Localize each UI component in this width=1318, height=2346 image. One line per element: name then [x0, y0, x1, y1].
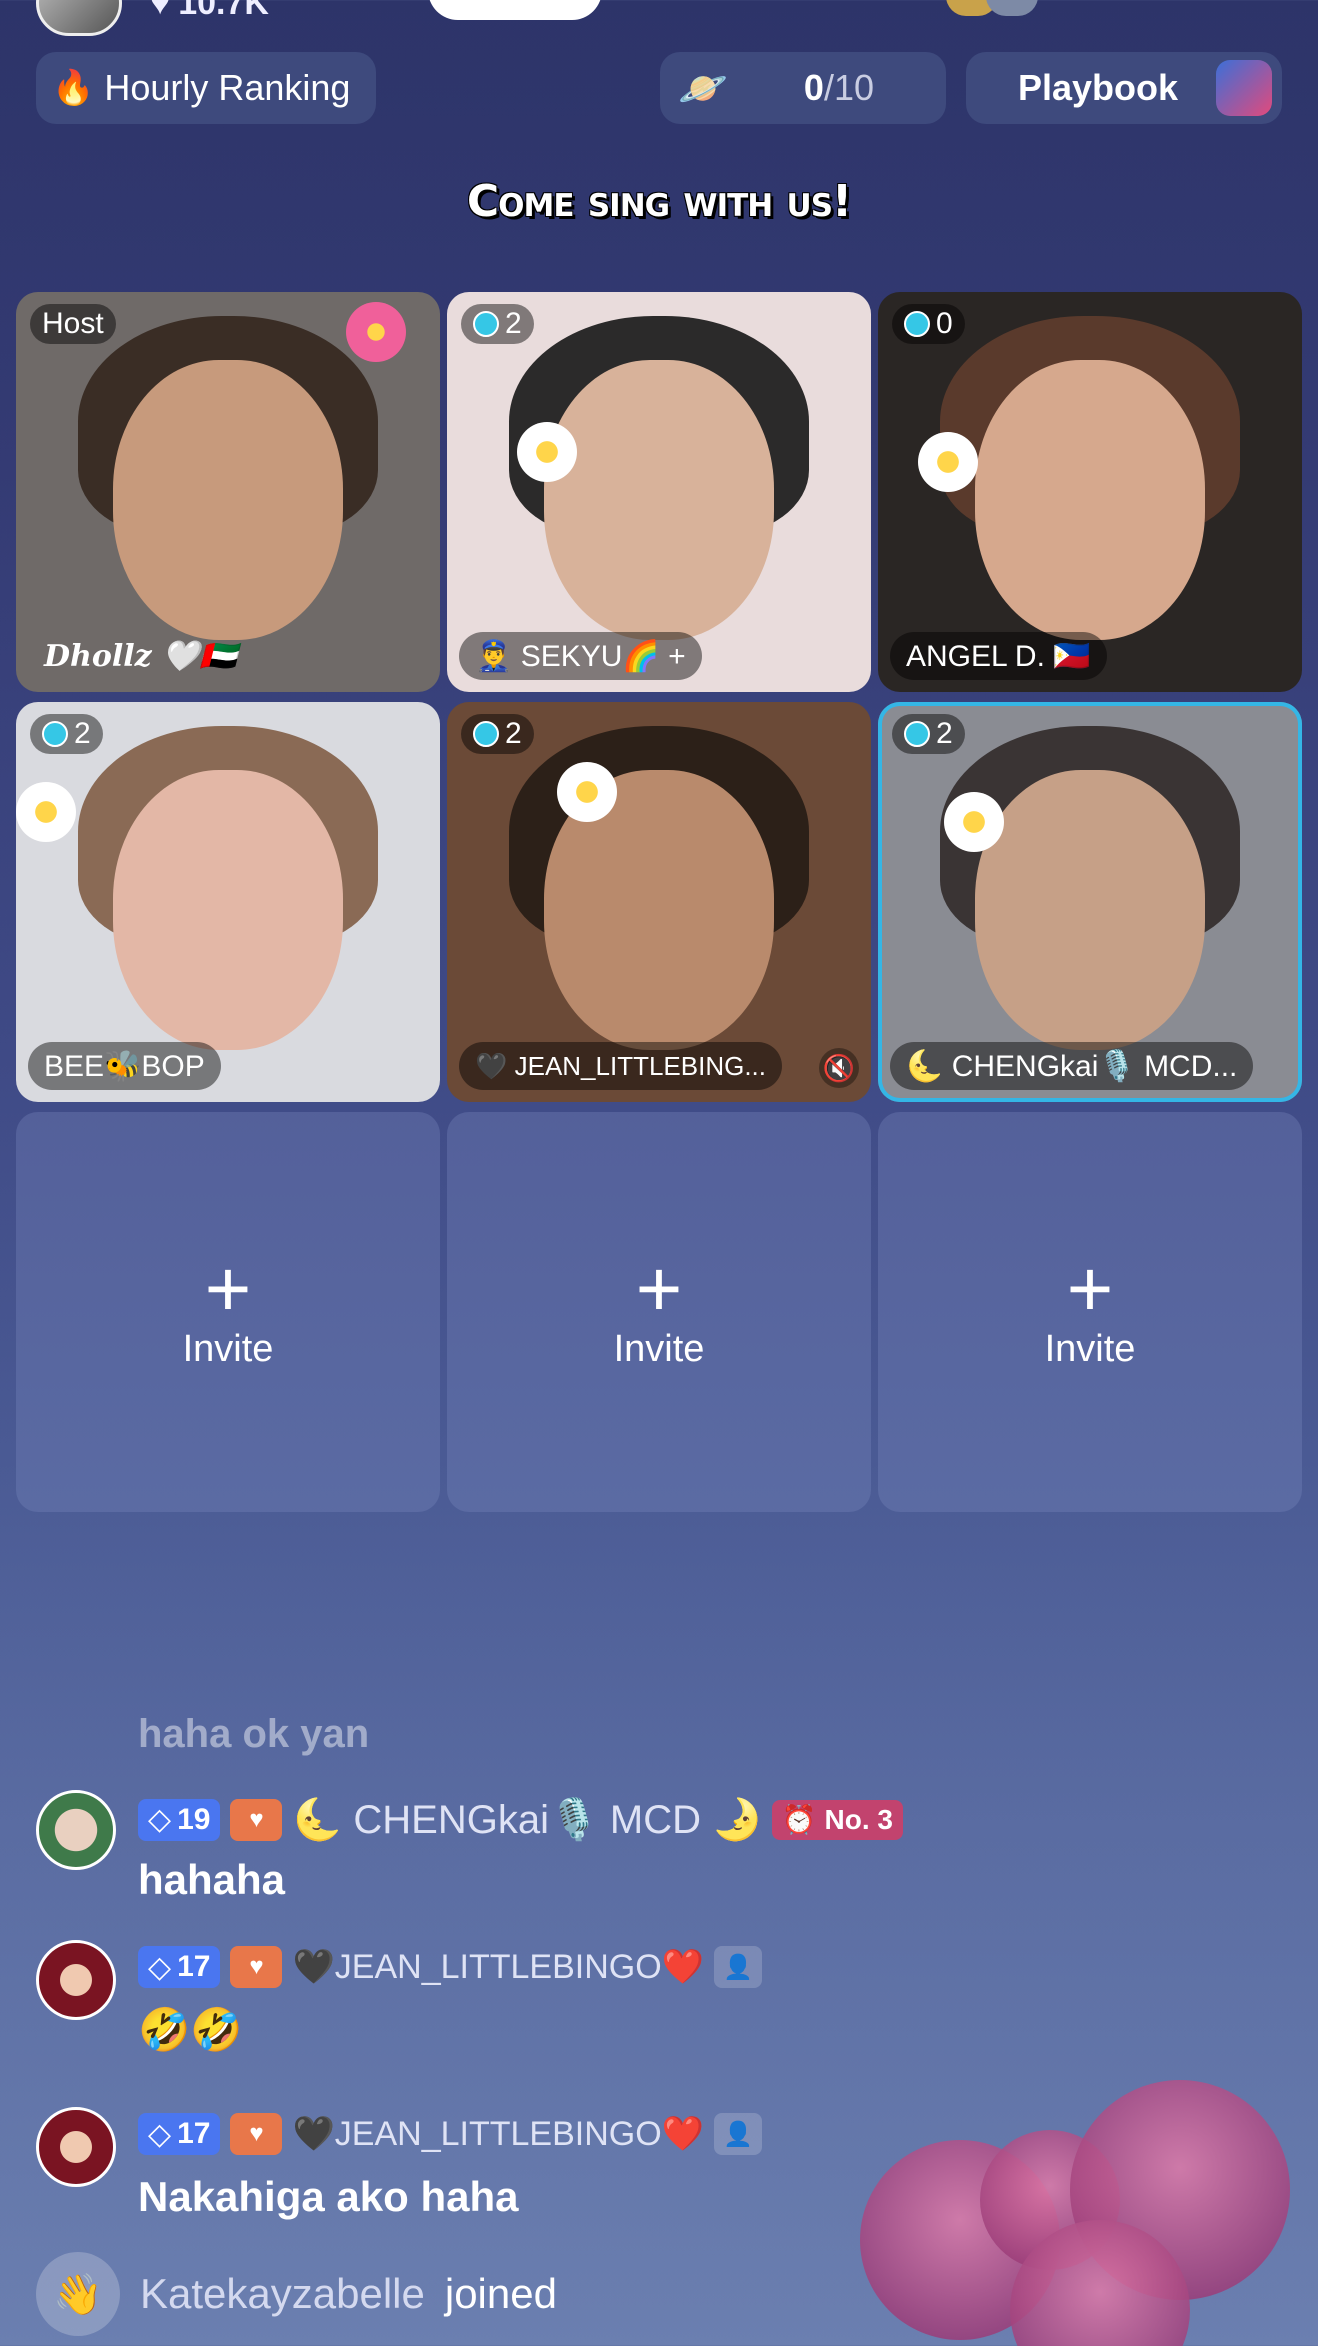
- join-notice: 👋 Katekayzabelle joined: [36, 2252, 557, 2336]
- hourly-ranking-label: Hourly Ranking: [104, 67, 351, 108]
- page-title: Come sing with us!: [466, 176, 852, 227]
- score-badge: 0: [892, 304, 965, 344]
- video-face: [975, 360, 1205, 640]
- seat-name: 👮‍♂️ SEKYU🌈 +: [459, 632, 702, 680]
- follow-button[interactable]: [428, 0, 602, 20]
- diamond-icon: ◇: [148, 1950, 172, 1984]
- score-badge: 2: [461, 714, 534, 754]
- chat-meta: ◇ 17 ♥ 🖤JEAN_LITTLEBINGO❤️ 👤: [138, 1946, 762, 1988]
- avatar[interactable]: [36, 2107, 116, 2187]
- seat-guest[interactable]: 2 👮‍♂️ SEKYU🌈 +: [447, 292, 871, 692]
- hourly-ranking-chip[interactable]: 🔥 Hourly Ranking: [36, 52, 376, 124]
- seat-name: 🖤 JEAN_LITTLEBING...: [459, 1042, 783, 1090]
- plus-icon: +: [635, 1243, 683, 1333]
- snowflake-icon: [904, 311, 930, 337]
- top-viewers[interactable]: [946, 0, 1038, 16]
- video-face: [975, 770, 1205, 1050]
- joined-username[interactable]: Katekayzabelle: [140, 2270, 425, 2318]
- gift-progress: 0/10: [803, 67, 874, 108]
- invite-slot[interactable]: + Invite: [447, 1112, 871, 1512]
- score-badge: 2: [892, 714, 965, 754]
- plus-icon: +: [1066, 1243, 1114, 1333]
- invite-slot[interactable]: + Invite: [878, 1112, 1302, 1512]
- chat-username[interactable]: 🖤JEAN_LITTLEBINGO❤️: [292, 2114, 704, 2154]
- wave-hand-icon: 👋: [36, 2252, 120, 2336]
- chat-text: hahaha: [138, 1856, 286, 1903]
- avatar[interactable]: [36, 1790, 116, 1870]
- fan-heart-icon: ♥: [230, 1946, 283, 1988]
- chat-message[interactable]: ◇ 17 ♥ 🖤JEAN_LITTLEBINGO❤️ 👤 Nakahiga ako…: [36, 2107, 1036, 2237]
- gift-goal-chip[interactable]: 🪐 0/10: [660, 52, 946, 124]
- playbook-button[interactable]: Playbook: [966, 52, 1282, 124]
- host-badge: Host: [30, 304, 116, 344]
- microphone-icon: [1216, 60, 1272, 116]
- level-badge: ◇ 17: [138, 2113, 221, 2155]
- invite-label: Invite: [182, 1327, 274, 1370]
- rank-badge: ⏰ No. 3: [771, 1799, 903, 1840]
- chat-meta: ◇ 19 ♥ 🌜 CHENGkai🎙️ MCD 🌛 ⏰ No. 3: [138, 1796, 903, 1843]
- flower-icon: [557, 762, 617, 822]
- snowflake-icon: [42, 721, 68, 747]
- seat-guest-speaking[interactable]: 2 🌜 CHENGkai🎙️ MCD...: [878, 702, 1302, 1102]
- plus-icon: +: [204, 1243, 252, 1333]
- seat-name: ANGEL D. 🇵🇭: [890, 632, 1107, 680]
- seat-name: 🌜 CHENGkai🎙️ MCD...: [890, 1042, 1254, 1090]
- chat-meta: ◇ 17 ♥ 🖤JEAN_LITTLEBINGO❤️ 👤: [138, 2113, 762, 2155]
- flower-icon: [16, 782, 76, 842]
- chat-text: 🤣🤣: [138, 2006, 243, 2053]
- follower-icon: 👤: [714, 1946, 762, 1988]
- snowflake-icon: [473, 721, 499, 747]
- likes-count: ♥ 10.7K: [150, 0, 269, 23]
- seat-guest[interactable]: 2 BEE🐝BOP: [16, 702, 440, 1102]
- flower-icon: [517, 422, 577, 482]
- seat-name: BEE🐝BOP: [28, 1042, 221, 1090]
- score-badge: 2: [461, 304, 534, 344]
- level-badge: ◇ 17: [138, 1946, 221, 1988]
- joined-action: joined: [444, 2270, 557, 2317]
- chat-username[interactable]: 🌜 CHENGkai🎙️ MCD 🌛: [292, 1796, 761, 1843]
- diamond-icon: ◇: [148, 2117, 172, 2151]
- snowflake-icon: [473, 311, 499, 337]
- video-face: [113, 360, 343, 640]
- chat-message[interactable]: ◇ 17 ♥ 🖤JEAN_LITTLEBINGO❤️ 👤 🤣🤣: [36, 1940, 1036, 2070]
- chat-message-faded: haha ok yan: [138, 1712, 370, 1756]
- avatar[interactable]: [36, 1940, 116, 2020]
- fan-heart-icon: ♥: [230, 1798, 283, 1841]
- snowflake-icon: [904, 721, 930, 747]
- host-avatar[interactable]: [36, 0, 122, 36]
- planet-icon: 🪐: [678, 66, 728, 111]
- level-badge: ◇ 19: [138, 1798, 221, 1841]
- playbook-label: Playbook: [1018, 67, 1179, 108]
- flower-icon: [944, 792, 1004, 852]
- chat-username[interactable]: 🖤JEAN_LITTLEBINGO❤️: [292, 1947, 704, 1987]
- mic-muted-icon: 🔇: [819, 1048, 859, 1088]
- video-face: [544, 360, 774, 640]
- flower-icon: [918, 432, 978, 492]
- seat-name: Dhollz 🤍🇦🇪: [44, 638, 237, 674]
- chat-message[interactable]: ◇ 19 ♥ 🌜 CHENGkai🎙️ MCD 🌛 ⏰ No. 3 hahaha: [36, 1790, 1036, 1920]
- invite-slot[interactable]: + Invite: [16, 1112, 440, 1512]
- fan-heart-icon: ♥: [230, 2113, 283, 2155]
- invite-label: Invite: [613, 1327, 705, 1370]
- seat-guest[interactable]: 2 🖤 JEAN_LITTLEBING... 🔇: [447, 702, 871, 1102]
- heart-icon: ♥: [150, 0, 171, 22]
- video-face: [113, 770, 343, 1050]
- flower-icon: [346, 302, 406, 362]
- seat-host[interactable]: Host Dhollz 🤍🇦🇪: [16, 292, 440, 692]
- invite-label: Invite: [1044, 1327, 1136, 1370]
- seat-guest[interactable]: 0 ANGEL D. 🇵🇭: [878, 292, 1302, 692]
- score-badge: 2: [30, 714, 103, 754]
- fire-icon: 🔥: [52, 69, 95, 107]
- diamond-icon: ◇: [148, 1803, 172, 1836]
- follower-icon: 👤: [714, 2113, 762, 2155]
- chat-text: Nakahiga ako haha: [138, 2173, 519, 2220]
